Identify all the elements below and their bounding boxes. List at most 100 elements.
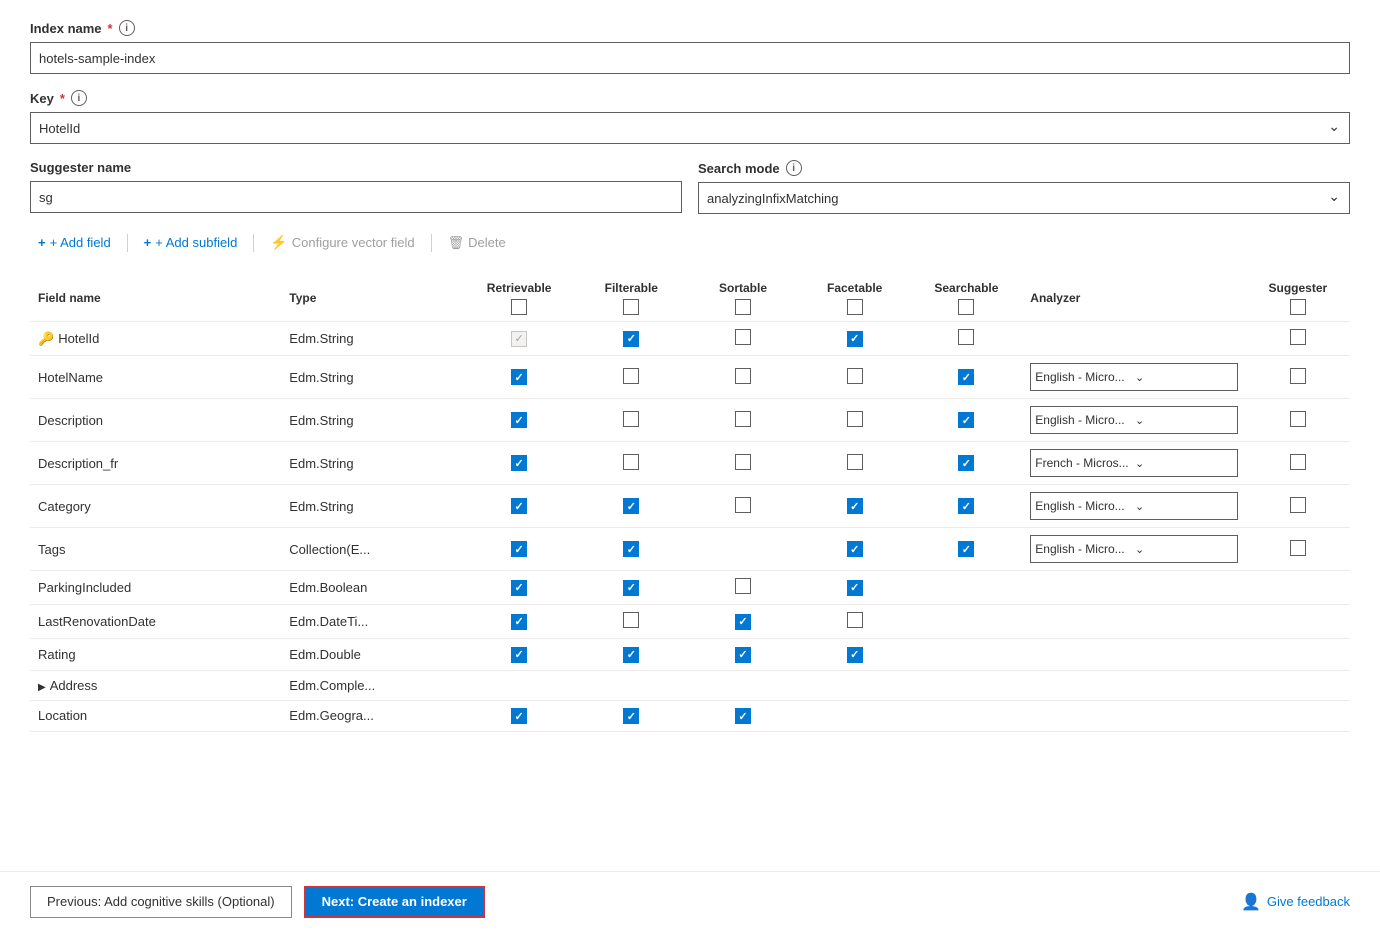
toolbar-separator-2 [253,234,254,252]
cb-searchable[interactable] [958,329,974,345]
th-filterable: Filterable [575,275,687,322]
cb-facetable[interactable] [847,368,863,384]
suggester-name-input[interactable] [30,181,682,213]
cb-facetable[interactable] [847,331,863,347]
cell-field-name: ▶Address [30,670,281,700]
cb-sortable[interactable] [735,708,751,724]
cb-retrievable[interactable] [511,708,527,724]
cb-facetable[interactable] [847,647,863,663]
cb-retrievable[interactable] [511,647,527,663]
analyzer-select[interactable]: French - Micros...⌄ [1030,449,1237,477]
cell-field-name: Description_fr [30,442,281,485]
analyzer-select[interactable]: English - Micro...⌄ [1030,406,1237,434]
cell-sortable [687,399,799,442]
cb-searchable[interactable] [958,455,974,471]
cb-filterable[interactable] [623,647,639,663]
cb-searchable[interactable] [958,541,974,557]
cb-filterable[interactable] [623,454,639,470]
cb-searchable[interactable] [958,412,974,428]
cb-retrievable[interactable] [511,455,527,471]
cb-searchable[interactable] [958,369,974,385]
search-mode-select[interactable]: analyzingInfixMatching [698,182,1350,214]
cb-filterable[interactable] [623,368,639,384]
analyzer-chevron: ⌄ [1135,371,1233,384]
cb-filterable[interactable] [623,612,639,628]
header-cb-facetable[interactable] [847,299,863,315]
cb-suggester[interactable] [1290,368,1306,384]
cb-sortable[interactable] [735,497,751,513]
next-button[interactable]: Next: Create an indexer [304,886,485,918]
analyzer-select[interactable]: English - Micro...⌄ [1030,535,1237,563]
cell-filterable [575,639,687,671]
cb-sortable[interactable] [735,614,751,630]
cell-retrievable [463,399,576,442]
cb-sortable[interactable] [735,411,751,427]
cb-facetable[interactable] [847,541,863,557]
cb-retrievable[interactable] [511,412,527,428]
key-select[interactable]: HotelId [30,112,1350,144]
page-content: Index name * i Key * i HotelId Suggester… [30,20,1350,802]
header-cb-searchable[interactable] [958,299,974,315]
cb-sortable[interactable] [735,647,751,663]
cell-type: Edm.String [281,485,463,528]
cb-retrievable[interactable] [511,331,527,347]
cb-facetable[interactable] [847,454,863,470]
index-name-input[interactable] [30,42,1350,74]
cell-facetable [799,700,911,732]
header-cb-suggester[interactable] [1290,299,1306,315]
cb-filterable[interactable] [623,411,639,427]
field-name-text: Description [38,413,103,428]
th-analyzer: Analyzer [1022,275,1245,322]
add-field-button[interactable]: + + Add field [30,231,119,254]
cb-filterable[interactable] [623,331,639,347]
cb-suggester[interactable] [1290,497,1306,513]
cb-sortable[interactable] [735,368,751,384]
cell-suggester [1246,442,1350,485]
cb-facetable[interactable] [847,411,863,427]
cell-field-name: Description [30,399,281,442]
analyzer-select[interactable]: English - Micro...⌄ [1030,492,1237,520]
field-name-text: Location [38,708,87,723]
cb-suggester[interactable] [1290,411,1306,427]
table-body: 🔑HotelIdEdm.StringHotelNameEdm.StringEng… [30,322,1350,732]
cell-facetable [799,670,911,700]
cell-retrievable [463,356,576,399]
cb-filterable[interactable] [623,498,639,514]
header-cb-retrievable[interactable] [511,299,527,315]
cb-suggester[interactable] [1290,454,1306,470]
cb-retrievable[interactable] [511,541,527,557]
cb-facetable[interactable] [847,498,863,514]
cb-filterable[interactable] [623,541,639,557]
cb-facetable[interactable] [847,580,863,596]
delete-button[interactable]: 🗑 Delete [440,231,514,255]
cell-field-name: ParkingIncluded [30,571,281,605]
index-name-info-icon[interactable]: i [119,20,135,36]
cb-facetable[interactable] [847,612,863,628]
cb-retrievable[interactable] [511,614,527,630]
fields-table: Field name Type Retrievable Filterable [30,275,1350,732]
add-field-label: + Add field [50,235,111,250]
cb-searchable[interactable] [958,498,974,514]
delete-icon: 🗑 [448,235,465,251]
cb-suggester[interactable] [1290,540,1306,556]
cb-filterable[interactable] [623,708,639,724]
cb-sortable[interactable] [735,454,751,470]
prev-button[interactable]: Previous: Add cognitive skills (Optional… [30,886,292,918]
cb-suggester[interactable] [1290,329,1306,345]
table-row: LastRenovationDateEdm.DateTi... [30,605,1350,639]
configure-vector-button[interactable]: ⚡ Configure vector field [262,230,422,255]
cb-retrievable[interactable] [511,580,527,596]
header-cb-filterable[interactable] [623,299,639,315]
cb-filterable[interactable] [623,580,639,596]
header-cb-sortable[interactable] [735,299,751,315]
give-feedback-button[interactable]: 👤 Give feedback [1241,892,1350,912]
analyzer-select[interactable]: English - Micro...⌄ [1030,363,1237,391]
add-subfield-button[interactable]: + + Add subfield [136,231,246,254]
cb-sortable[interactable] [735,578,751,594]
search-mode-info-icon[interactable]: i [786,160,802,176]
key-info-icon[interactable]: i [71,90,87,106]
cb-retrievable[interactable] [511,369,527,385]
cb-retrievable[interactable] [511,498,527,514]
toolbar-separator-1 [127,234,128,252]
cb-sortable[interactable] [735,329,751,345]
